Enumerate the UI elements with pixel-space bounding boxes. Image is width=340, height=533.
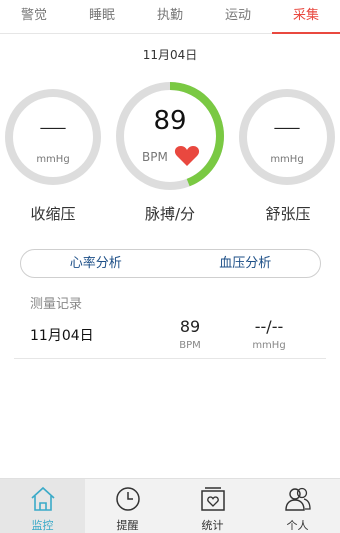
analysis-button-group: 心率分析 血压分析 <box>20 249 321 278</box>
tab-sleep[interactable]: 睡眠 <box>68 0 136 33</box>
systolic-label: 收缩压 <box>30 205 76 223</box>
list-item[interactable]: 11月04日 89 BPM --/-- mmHg <box>14 312 326 359</box>
pulse-gauge: 89 BPM <box>114 80 226 192</box>
nav-reminder-label: 提醒 <box>116 519 139 532</box>
record-pulse-unit: BPM <box>179 340 201 351</box>
pulse-value: 89 <box>153 106 187 136</box>
diastolic-label: 舒张压 <box>265 205 311 223</box>
heart-rate-analysis-button[interactable]: 心率分析 <box>21 250 171 277</box>
pulse-label: 脉搏/分 <box>144 205 196 223</box>
nav-stats[interactable]: 统计 <box>170 479 255 533</box>
clock-icon <box>115 487 140 511</box>
tab-exercise[interactable]: 运动 <box>204 0 272 33</box>
record-pressure: --/-- <box>254 317 284 336</box>
record-pulse: 89 <box>179 317 201 336</box>
diastolic-value: — <box>273 110 301 143</box>
tab-duty[interactable]: 执勤 <box>136 0 204 33</box>
tab-alert[interactable]: 警觉 <box>0 0 68 33</box>
systolic-unit: mmHg <box>36 154 70 165</box>
measurement-date: 11月04日 <box>142 48 198 62</box>
systolic-gauge: — mmHg <box>4 88 102 186</box>
home-icon <box>30 486 55 511</box>
person-icon <box>284 487 311 511</box>
nav-monitor-label: 监控 <box>31 519 54 532</box>
record-date: 11月04日 <box>30 328 94 344</box>
nav-profile[interactable]: 个人 <box>255 479 340 533</box>
stats-icon <box>200 487 225 511</box>
systolic-value: — <box>39 110 67 143</box>
top-tab-bar: 警觉 睡眠 执勤 运动 采集 <box>0 0 340 34</box>
records-title: 测量记录 <box>30 297 83 312</box>
nav-stats-label: 统计 <box>201 519 224 532</box>
nav-reminder[interactable]: 提醒 <box>85 479 170 533</box>
tab-collect[interactable]: 采集 <box>272 0 340 34</box>
diastolic-gauge: — mmHg <box>238 88 336 186</box>
bottom-nav: 监控 提醒 统计 个人 <box>0 478 340 533</box>
heart-icon <box>174 146 200 166</box>
nav-profile-label: 个人 <box>286 519 309 532</box>
record-pressure-unit: mmHg <box>252 340 286 351</box>
blood-pressure-analysis-button[interactable]: 血压分析 <box>171 250 321 277</box>
nav-monitor[interactable]: 监控 <box>0 479 85 533</box>
diastolic-unit: mmHg <box>270 154 304 165</box>
pulse-unit: BPM <box>142 150 168 164</box>
